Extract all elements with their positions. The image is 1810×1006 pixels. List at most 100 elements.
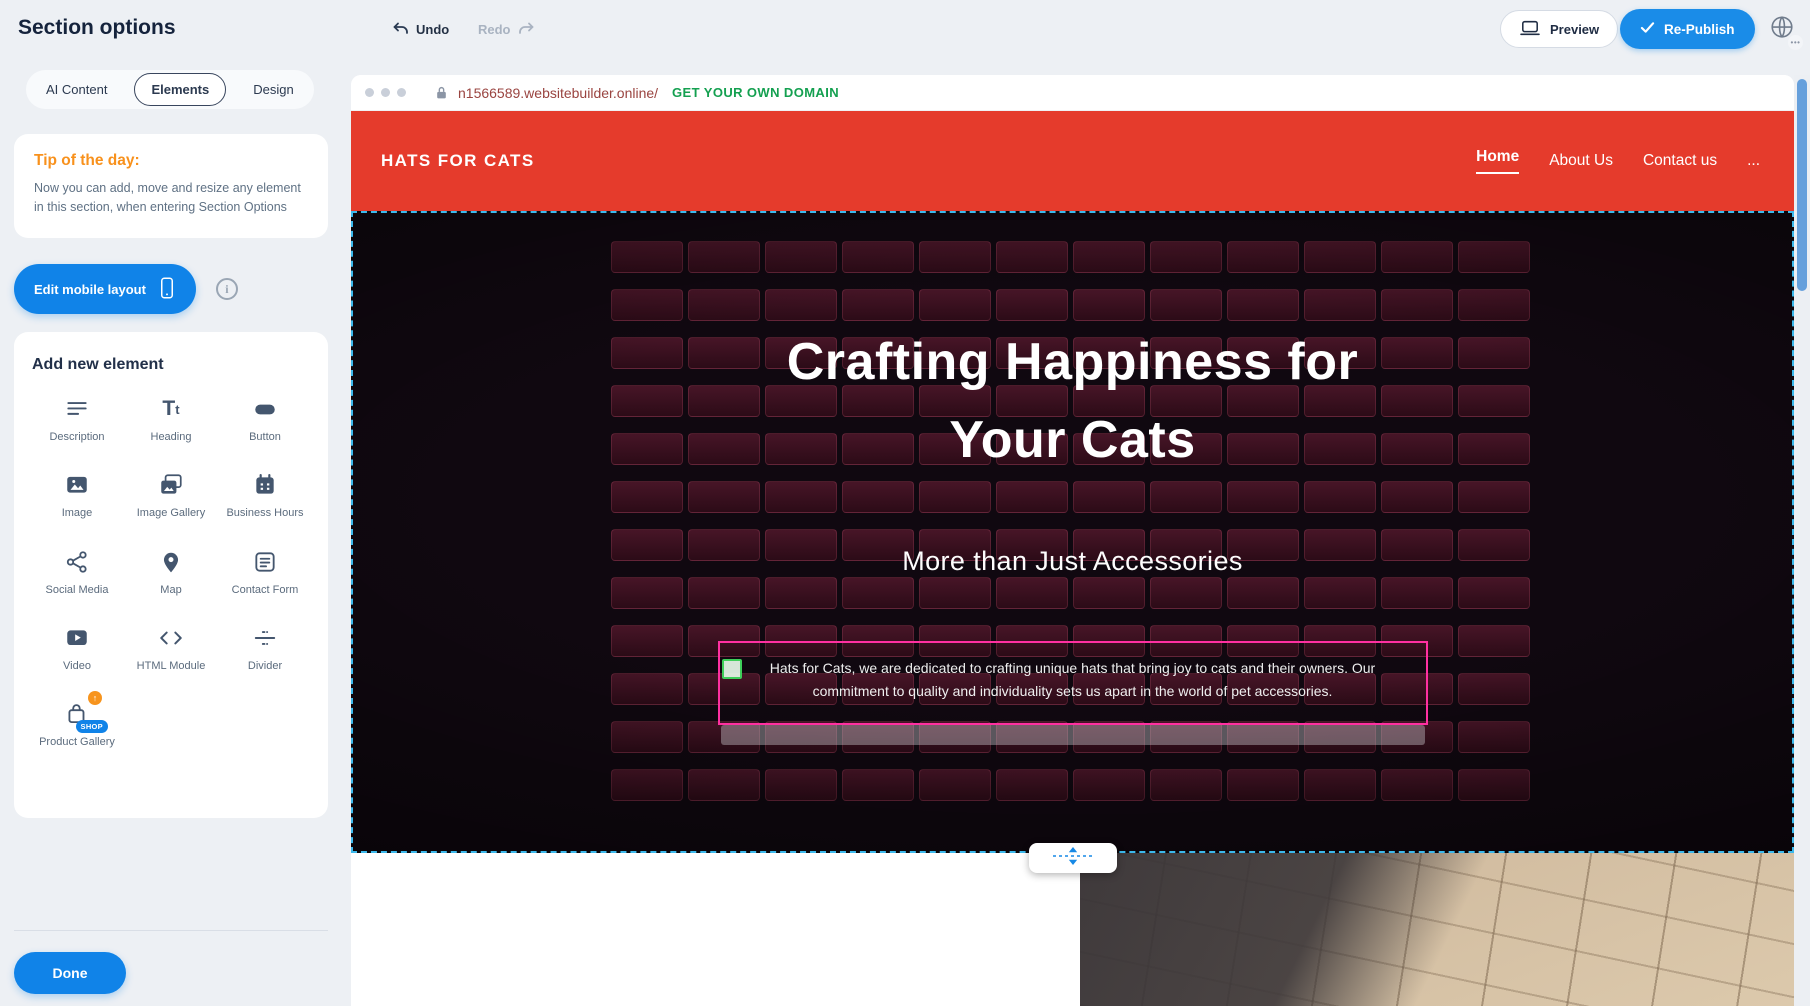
element-label: Social Media (32, 583, 122, 597)
hero-tile (1227, 241, 1299, 273)
hero-tile (765, 481, 837, 513)
ghost-toolbar (721, 725, 1425, 745)
hero-tile (688, 769, 760, 801)
language-globe-button[interactable]: ••• (1762, 9, 1802, 49)
pavement-photo (1080, 853, 1794, 1006)
republish-button[interactable]: Re-Publish (1620, 9, 1755, 49)
nav-item-contact[interactable]: Contact us (1643, 152, 1717, 170)
hero-tile (996, 289, 1068, 321)
element-image[interactable]: Image (32, 470, 122, 520)
element-social-media[interactable]: Social Media (32, 547, 122, 597)
hero-tile (765, 289, 837, 321)
edit-mobile-label: Edit mobile layout (34, 282, 146, 297)
preview-button[interactable]: Preview (1500, 10, 1618, 48)
nav-item-about[interactable]: About Us (1549, 152, 1613, 170)
add-element-panel: Add new element Description Tt Heading B… (14, 332, 328, 818)
hero-tile (611, 385, 683, 417)
hero-tile (842, 481, 914, 513)
resize-arrows-icon (1049, 846, 1097, 871)
element-html-module[interactable]: HTML Module (126, 623, 216, 673)
hero-tile (1073, 577, 1145, 609)
hero-tile (1227, 481, 1299, 513)
hero-tile (688, 577, 760, 609)
done-button[interactable]: Done (14, 952, 126, 994)
hero-tile (1227, 577, 1299, 609)
section-resize-handle[interactable] (1029, 843, 1117, 873)
hero-tile (1304, 481, 1376, 513)
element-button[interactable]: Button (220, 394, 310, 444)
hero-tile (1227, 769, 1299, 801)
hero-tile (1458, 721, 1530, 753)
tab-elements[interactable]: Elements (134, 73, 226, 106)
hero-tile (1150, 769, 1222, 801)
app-root: Section options Undo Redo Preview Re-Pub… (0, 0, 1810, 1006)
hero-tile (1458, 481, 1530, 513)
hero-heading[interactable]: Crafting Happiness for Your Cats (743, 323, 1403, 479)
element-description[interactable]: Description (32, 394, 122, 444)
element-divider[interactable]: Divider (220, 623, 310, 673)
hero-tile (996, 241, 1068, 273)
hero-tile (1458, 769, 1530, 801)
hero-tile (1073, 289, 1145, 321)
hero-tile (765, 241, 837, 273)
hero-paragraph[interactable]: Hats for Cats, we are dedicated to craft… (736, 657, 1410, 703)
hero-tile (842, 289, 914, 321)
edit-mobile-layout-button[interactable]: Edit mobile layout (14, 264, 196, 314)
tip-title: Tip of the day: (34, 152, 308, 170)
hero-tile (611, 289, 683, 321)
element-product-gallery[interactable]: ↑ SHOP Product Gallery (32, 699, 122, 749)
hero-tile (1073, 769, 1145, 801)
element-video[interactable]: Video (32, 623, 122, 673)
get-domain-link[interactable]: GET YOUR OWN DOMAIN (672, 85, 839, 100)
redo-button[interactable]: Redo (478, 20, 535, 39)
element-label: Product Gallery (32, 735, 122, 749)
image-gallery-icon (126, 470, 216, 500)
hero-tile (1381, 241, 1453, 273)
element-map[interactable]: Map (126, 547, 216, 597)
hero-tile (1381, 481, 1453, 513)
element-heading[interactable]: Tt Heading (126, 394, 216, 444)
element-label: Business Hours (220, 506, 310, 520)
browser-dot (397, 88, 406, 97)
element-image-gallery[interactable]: Image Gallery (126, 470, 216, 520)
hero-tile (1304, 769, 1376, 801)
hero-tile (996, 769, 1068, 801)
hero-tile (611, 673, 683, 705)
element-business-hours[interactable]: Business Hours (220, 470, 310, 520)
phone-icon (158, 275, 176, 304)
hero-tile (1304, 241, 1376, 273)
hero-tile (1150, 241, 1222, 273)
tab-design[interactable]: Design (236, 73, 310, 106)
nav-more-ellipsis[interactable]: ... (1747, 152, 1760, 170)
hero-tile (1458, 625, 1530, 657)
scrollbar-track[interactable] (1794, 75, 1810, 1006)
tip-body: Now you can add, move and resize any ele… (34, 179, 308, 218)
undo-button[interactable]: Undo (392, 20, 449, 39)
hero-subheading[interactable]: More than Just Accessories (351, 546, 1794, 577)
site-logo: HATS FOR CATS (381, 151, 535, 171)
tab-ai-content[interactable]: AI Content (29, 73, 124, 106)
selected-text-block[interactable]: Hats for Cats, we are dedicated to craft… (718, 641, 1428, 725)
site-header: HATS FOR CATS Home About Us Contact us .… (351, 111, 1794, 211)
check-icon (1640, 21, 1655, 37)
hero-tile (919, 769, 991, 801)
resize-handle[interactable] (722, 659, 742, 679)
hero-section[interactable]: Crafting Happiness for Your Cats More th… (351, 211, 1794, 853)
nav-item-home[interactable]: Home (1476, 148, 1519, 174)
redo-icon (518, 20, 535, 39)
heading-icon: Tt (126, 394, 216, 424)
hero-tile (688, 289, 760, 321)
shop-badge: SHOP (76, 720, 108, 733)
divider-icon (220, 623, 310, 653)
page-title: Section options (18, 16, 176, 40)
hero-tile (611, 241, 683, 273)
hero-tile (765, 769, 837, 801)
scrollbar-thumb[interactable] (1797, 79, 1807, 291)
shop-upgrade-badge: ↑ (88, 691, 102, 705)
tip-of-the-day-card: Tip of the day: Now you can add, move an… (14, 134, 328, 238)
element-contact-form[interactable]: Contact Form (220, 547, 310, 597)
image-icon (32, 470, 122, 500)
video-icon (32, 623, 122, 653)
info-icon[interactable]: i (216, 278, 238, 300)
hero-tile (1073, 481, 1145, 513)
